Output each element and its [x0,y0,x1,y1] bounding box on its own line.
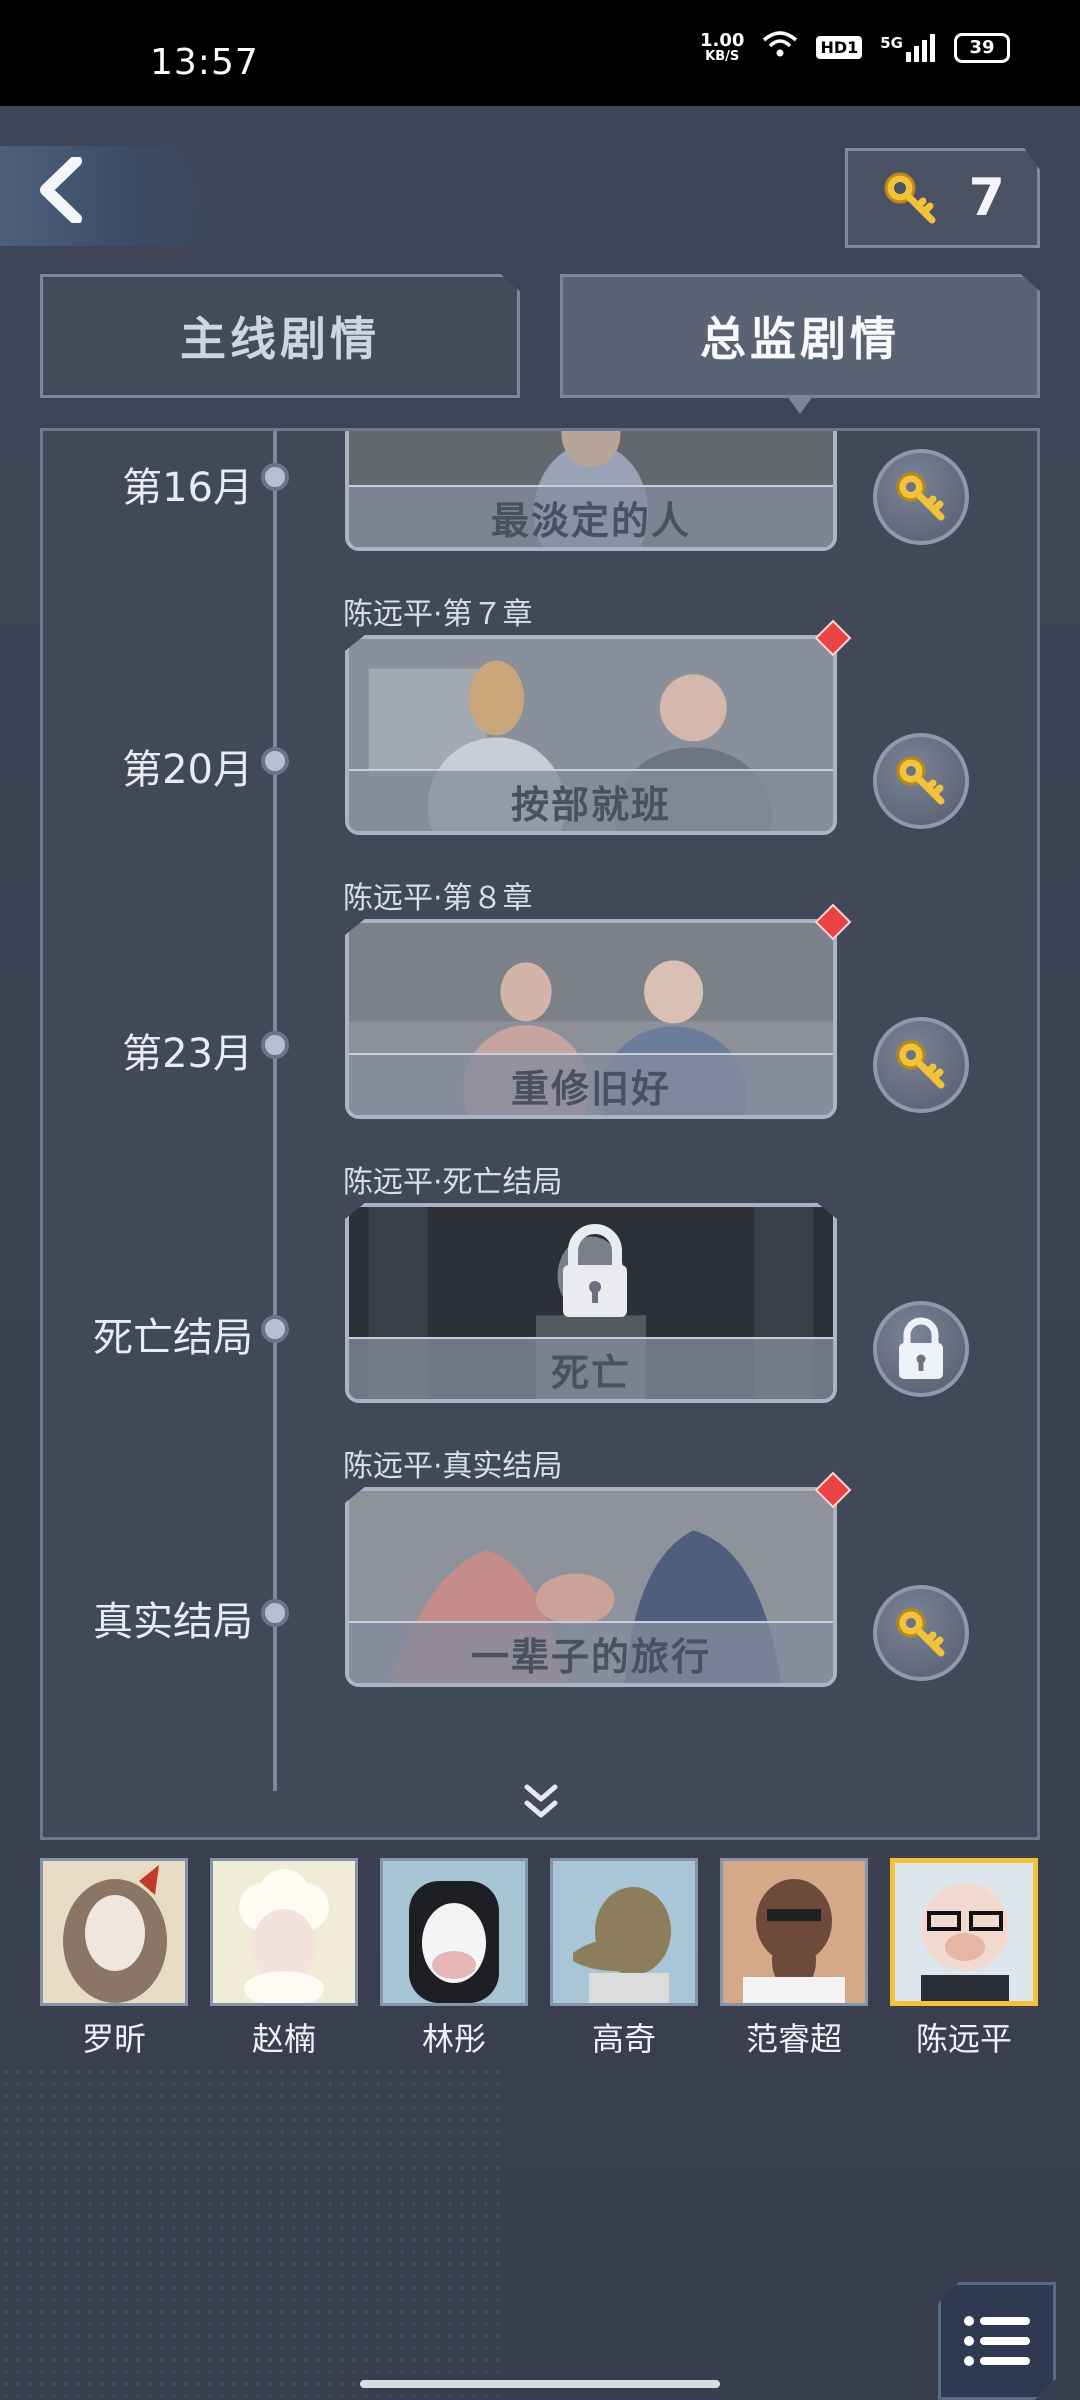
avatar [210,1858,358,2006]
timeline-panel[interactable]: 第16月 最淡定的人 陈远平·第７章 第20月 按部就班 陈远平·第８章 第23… [40,428,1040,1840]
story-screen: 7 主线剧情 总监剧情 第16月 最淡定的人 陈远平·第７章 第20月 按部就班… [0,106,1080,2400]
network-speed-unit: KB/S [705,48,740,64]
home-indicator[interactable] [360,2380,720,2388]
wifi-icon [762,30,798,65]
story-card[interactable]: 一辈子的旅行 [345,1487,837,1687]
month-label: 第16月 [122,465,253,511]
avatar [890,1858,1038,2006]
character-name: 陈远平 [915,2020,1012,2058]
keys-count: 7 [968,168,1005,228]
hd-badge: HD1 [816,36,863,59]
character-name: 罗昕 [81,2020,146,2058]
character-item[interactable]: 赵楠 [210,1858,358,2060]
avatar [380,1858,528,2006]
network-speed-value: 1.00 [700,29,745,51]
chapter-tag: 陈远平·真实结局 [343,1449,563,1484]
list-menu-icon [964,2316,1030,2366]
story-card-locked[interactable]: 死亡 [345,1203,837,1403]
story-title: 最淡定的人 [349,485,833,547]
key-icon [884,172,936,224]
timeline-dot [261,1315,289,1343]
menu-button[interactable] [938,2282,1056,2400]
battery-level: 39 [969,37,995,58]
key-icon [896,1608,945,1657]
month-label: 第20月 [122,747,253,793]
story-title: 一辈子的旅行 [349,1621,833,1683]
timeline-dot [261,1599,289,1627]
lock-icon [563,1224,627,1317]
status-icons: 1.00 KB/S HD1 5G 39 [700,30,1010,65]
back-button[interactable] [0,146,230,246]
timeline-dot [261,747,289,775]
character-item[interactable]: 高奇 [550,1858,698,2060]
story-card[interactable]: 按部就班 [345,635,837,835]
unlock-key-button[interactable] [873,449,969,545]
avatar [40,1858,188,2006]
back-chevron-icon [36,155,88,236]
tab-main-story[interactable]: 主线剧情 [40,274,520,398]
timeline-dot [261,463,289,491]
key-icon [896,756,945,805]
status-bar: 13:57 1.00 KB/S HD1 5G 39 [0,0,1080,106]
chapter-tag: 陈远平·第８章 [343,881,533,916]
timeline-dot [261,1031,289,1059]
story-title: 死亡 [349,1337,833,1399]
background-pattern [0,2066,500,2400]
key-icon [896,1040,945,1089]
keys-counter: 7 [845,148,1040,248]
character-name: 赵楠 [251,2020,316,2058]
month-label: 第23月 [122,1031,253,1077]
character-item[interactable]: 范睿超 [720,1858,868,2060]
month-label: 真实结局 [93,1599,253,1645]
story-title: 重修旧好 [349,1053,833,1115]
unlock-key-button[interactable] [873,1585,969,1681]
avatar [550,1858,698,2006]
signal-label: 5G [880,33,903,52]
character-name: 林彤 [421,2020,486,2058]
timeline-row: 第16月 最淡定的人 [43,431,1037,603]
chapter-tag: 陈远平·第７章 [343,597,533,632]
character-item[interactable]: 林彤 [380,1858,528,2060]
lock-icon [899,1317,943,1379]
story-title: 按部就班 [349,769,833,831]
month-label: 死亡结局 [93,1315,253,1361]
active-tab-pointer [787,396,813,414]
character-item-selected[interactable]: 陈远平 [890,1858,1038,2060]
character-name: 高奇 [591,2020,656,2058]
scroll-down-chevron-icon[interactable] [523,1783,559,1830]
chapter-tag: 陈远平·死亡结局 [343,1165,563,1200]
cellular-signal-icon: 5G [880,33,936,62]
network-speed: 1.00 KB/S [700,29,745,64]
character-name: 范睿超 [745,2020,842,2058]
timeline-row: 陈远平·真实结局 真实结局 一辈子的旅行 [43,1449,1037,1739]
avatar [720,1858,868,2006]
locked-button[interactable] [873,1301,969,1397]
story-card[interactable]: 最淡定的人 [345,431,837,551]
key-icon [896,472,945,521]
timeline-row: 陈远平·死亡结局 死亡结局 死亡 [43,1165,1037,1455]
story-card[interactable]: 重修旧好 [345,919,837,1119]
timeline-row: 陈远平·第７章 第20月 按部就班 [43,597,1037,887]
unlock-key-button[interactable] [873,733,969,829]
character-item[interactable]: 罗昕 [40,1858,188,2060]
timeline-row: 陈远平·第８章 第23月 重修旧好 [43,881,1037,1171]
status-time: 13:57 [150,42,259,83]
battery-icon: 39 [954,32,1010,63]
character-selector: 罗昕 赵楠 林彤 高奇 范睿超 陈远平 [40,1858,1040,2058]
unlock-key-button[interactable] [873,1017,969,1113]
tab-supervisor-story[interactable]: 总监剧情 [560,274,1040,398]
